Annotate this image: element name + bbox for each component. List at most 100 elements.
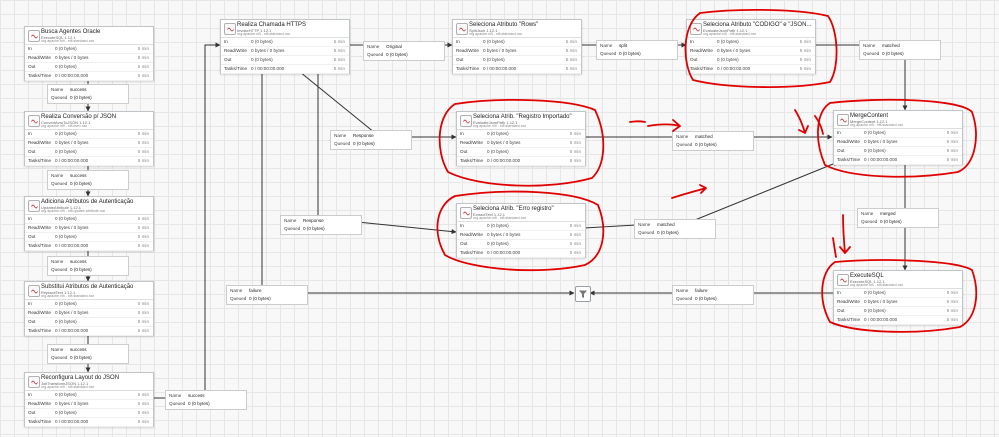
stat-window: 5 min	[137, 327, 149, 333]
processor-executesql[interactable]: ExecuteSQL ExecuteSQL 1.12.1 org.apache.…	[833, 270, 963, 325]
stat-window: 5 min	[137, 233, 149, 239]
edge-6-9[interactable]	[299, 71, 457, 140]
processor-seleciona-atributo-rows[interactable]: Seleciona Atributo "Rows" SplitJson 1.12…	[452, 19, 582, 74]
connection-label[interactable]: Name matched Queued 0 (0 bytes)	[672, 131, 754, 151]
stat-window: 5 min	[946, 147, 958, 153]
stat-label-tasks: Tasks/Time	[460, 249, 484, 255]
stat-window: 5 min	[946, 156, 958, 162]
connection-label[interactable]: Name Response Queued 0 (0 bytes)	[280, 215, 362, 235]
stat-window: 5 min	[137, 130, 149, 136]
stat-in: 0 (0 bytes)	[55, 130, 77, 136]
stat-window: 5 min	[333, 47, 345, 53]
processor-seleciona-erro-registro[interactable]: Seleciona Atrib. "Erro registro" Extract…	[456, 203, 586, 258]
connection-label[interactable]: Name Response Queued 0 (0 bytes)	[330, 130, 412, 150]
conn-name: success	[70, 87, 87, 92]
processor-bundle: org.apache.nifi - nifi-avro-nar	[41, 124, 87, 128]
stat-out: 0 (0 bytes)	[487, 240, 509, 246]
processor-seleciona-registro-importado[interactable]: Seleciona Atrib. "Registro Importado" Ev…	[456, 111, 586, 166]
conn-queued-key: Queued	[51, 181, 68, 186]
connection-label[interactable]: Name failure Queued 0 (0 bytes)	[672, 285, 754, 305]
connection-label[interactable]: Name success Queued 0 (0 bytes)	[47, 170, 129, 190]
stat-window: 5 min	[569, 231, 581, 237]
conn-queued: 0 (0 bytes)	[249, 296, 271, 301]
stat-window: 5 min	[569, 222, 581, 228]
processor-realiza-conversao-json[interactable]: Realiza Conversão p/ JSON ConvertAvroToJ…	[24, 111, 154, 166]
conn-name: failure	[695, 288, 708, 293]
stat-tasks: 0 / 00:00:00.000	[864, 156, 898, 162]
processor-busca-agentes-oracle[interactable]: Busca Agentes Oracle ExecuteSQL 1.12.1 o…	[24, 26, 154, 81]
stat-tasks: 0 / 00:00:00.000	[55, 72, 89, 78]
stat-in: 0 (0 bytes)	[487, 130, 509, 136]
stat-window: 5 min	[333, 38, 345, 44]
conn-queued: 0 (0 bytes)	[353, 141, 375, 146]
stat-rw: 0 bytes / 0 bytes	[55, 139, 89, 145]
stat-in: 0 (0 bytes)	[55, 391, 77, 397]
stat-label-in: In	[460, 222, 464, 228]
connection-label[interactable]: Name Original Queued 0 (0 bytes)	[363, 41, 445, 61]
processor-bundle: org.apache.nifi - nifi-standard-nar	[473, 124, 526, 128]
stat-label-tasks: Tasks/Time	[28, 157, 52, 163]
stat-label-in: In	[837, 289, 841, 295]
stat-label-tasks: Tasks/Time	[837, 316, 861, 322]
processor-icon	[456, 23, 468, 35]
stat-window: 5 min	[137, 139, 149, 145]
stat-tasks: 0 / 00:00:00.000	[487, 157, 521, 163]
stat-in: 0 (0 bytes)	[864, 289, 886, 295]
connection-label[interactable]: Name failure Queued 0 (0 bytes)	[226, 285, 308, 305]
connection-label[interactable]: Name matched Queued 0 (0 bytes)	[859, 40, 941, 60]
stat-label-rw: Read/Write	[690, 47, 713, 53]
conn-queued: 0 (0 bytes)	[70, 355, 92, 360]
conn-queued: 0 (0 bytes)	[70, 181, 92, 186]
processor-bundle: org.apache.nifi - nifi-standard-nar	[703, 32, 756, 36]
stat-label-rw: Read/Write	[28, 224, 51, 230]
edge-6-10[interactable]	[317, 72, 457, 235]
conn-queued: 0 (0 bytes)	[882, 51, 904, 56]
connection-label[interactable]: Name merged Queued 0 (0 bytes)	[857, 208, 939, 228]
processor-adiciona-atributos[interactable]: Adiciona Atributos de Autenticação Updat…	[24, 196, 154, 251]
connection-label[interactable]: Name success Queued 0 (0 bytes)	[165, 390, 247, 410]
processor-mergecontent[interactable]: MergeContent MergeContent 1.12.1 org.apa…	[833, 110, 963, 165]
conn-queued-key: Queued	[51, 267, 68, 272]
conn-queued-key: Queued	[230, 296, 247, 301]
processor-substitui-atributos[interactable]: Substitui Atributos de Autenticação Repl…	[24, 281, 154, 336]
processor-reconfigura-layout-json[interactable]: Reconfigura Layout do JSON JoltTransform…	[24, 372, 154, 427]
stat-label-rw: Read/Write	[28, 139, 51, 145]
connection-label[interactable]: Name success Queued 0 (0 bytes)	[47, 84, 129, 104]
stat-in: 0 (0 bytes)	[487, 222, 509, 228]
stat-label-in: In	[28, 391, 32, 397]
stat-window: 5 min	[137, 300, 149, 306]
processor-icon	[28, 285, 40, 297]
stat-window: 5 min	[137, 54, 149, 60]
stat-rw: 0 bytes / 0 bytes	[55, 400, 89, 406]
stat-label-in: In	[837, 129, 841, 135]
conn-name-key: Name	[51, 173, 64, 178]
stat-label-in: In	[28, 130, 32, 136]
processor-bundle: org.apache.nifi - nifi-standard-nar	[41, 294, 94, 298]
stat-window: 5 min	[946, 307, 958, 313]
stat-label-rw: Read/Write	[28, 54, 51, 60]
conn-queued: 0 (0 bytes)	[695, 296, 717, 301]
processor-realiza-chamada-https[interactable]: Realiza Chamada HTTPS InvokeHTTP 1.12.1 …	[220, 19, 350, 74]
edge-5-6[interactable]	[152, 42, 221, 399]
stat-tasks: 0 / 00:00:00.000	[251, 65, 285, 71]
stat-rw: 0 bytes / 0 bytes	[864, 138, 898, 144]
stat-rw: 0 bytes / 0 bytes	[483, 47, 517, 53]
connection-label[interactable]: Name success Queued 0 (0 bytes)	[47, 256, 129, 276]
processor-seleciona-atributo-codigo[interactable]: Seleciona Atributo "CODIGO" e "JSON... E…	[686, 19, 816, 74]
connection-label[interactable]: Name success Queued 0 (0 bytes)	[47, 344, 129, 364]
edge-6-funnel[interactable]	[261, 72, 575, 296]
conn-queued-key: Queued	[334, 141, 351, 146]
conn-name-key: Name	[51, 347, 64, 352]
stat-label-rw: Read/Write	[456, 47, 479, 53]
connection-label[interactable]: Name split Queued 0 (0 bytes)	[596, 40, 678, 60]
stat-window: 5 min	[799, 38, 811, 44]
connection-label[interactable]: Name matched Queued 0 (0 bytes)	[634, 219, 716, 239]
stat-window: 5 min	[799, 47, 811, 53]
stat-label-in: In	[460, 130, 464, 136]
conn-queued: 0 (0 bytes)	[386, 52, 408, 57]
funnel[interactable]	[575, 286, 591, 302]
processor-icon	[460, 207, 472, 219]
conn-queued: 0 (0 bytes)	[880, 219, 902, 224]
stat-window: 5 min	[799, 65, 811, 71]
conn-name: merged	[880, 211, 896, 216]
